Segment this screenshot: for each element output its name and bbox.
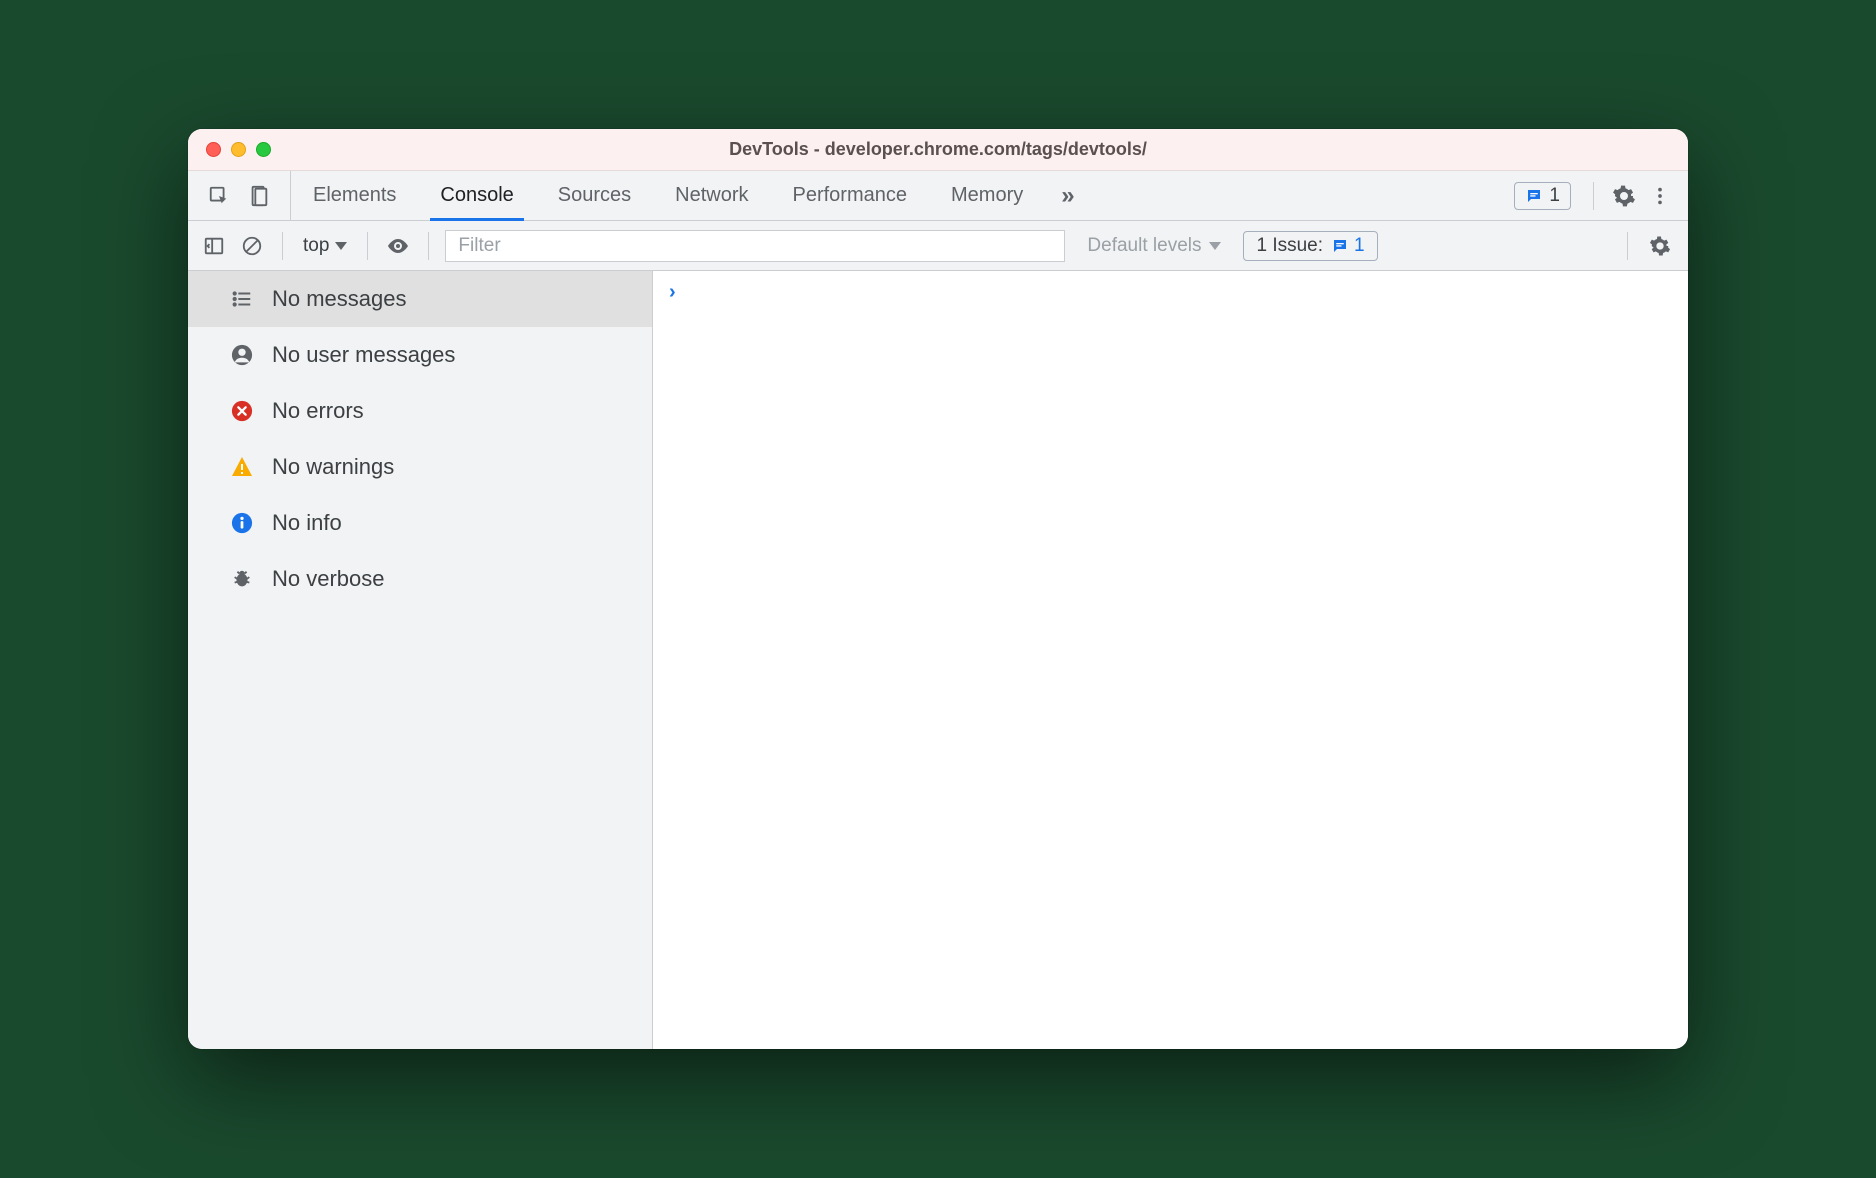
toggle-sidebar-button[interactable] <box>200 232 228 260</box>
console-toolbar: top Default levels 1 Issue: 1 <box>188 221 1688 271</box>
tab-label: Console <box>440 184 513 207</box>
titlebar: DevTools - developer.chrome.com/tags/dev… <box>188 129 1688 171</box>
clear-icon <box>241 235 263 257</box>
more-options-button[interactable] <box>1644 180 1676 212</box>
window-close-button[interactable] <box>206 142 221 157</box>
info-icon <box>230 511 254 535</box>
tab-network[interactable]: Network <box>653 171 770 220</box>
sidebar-item-label: No warnings <box>272 454 394 480</box>
console-settings-button[interactable] <box>1644 230 1676 262</box>
console-prompt-caret: › <box>669 281 676 303</box>
issues-label: 1 Issue: <box>1256 235 1323 257</box>
sidebar-item-errors[interactable]: No errors <box>188 383 652 439</box>
kebab-icon <box>1649 185 1671 207</box>
tab-label: Network <box>675 184 748 207</box>
context-selector[interactable]: top <box>299 235 351 257</box>
message-icon <box>1525 187 1543 205</box>
window-zoom-button[interactable] <box>256 142 271 157</box>
sidebar-item-verbose[interactable]: No verbose <box>188 551 652 607</box>
divider <box>367 232 368 260</box>
device-toggle-icon[interactable] <box>246 183 272 209</box>
levels-label: Default levels <box>1087 235 1201 257</box>
tabstrip-trailing-controls: 1 <box>1514 171 1688 220</box>
tab-performance[interactable]: Performance <box>771 171 930 220</box>
inspect-element-icon[interactable] <box>206 183 232 209</box>
console-sidebar: No messages No user messages No errors N… <box>188 271 653 1049</box>
traffic-lights <box>188 142 271 157</box>
tab-sources[interactable]: Sources <box>536 171 653 220</box>
console-output-pane[interactable]: › <box>653 271 1688 1049</box>
divider <box>1627 232 1628 260</box>
sidebar-item-info[interactable]: No info <box>188 495 652 551</box>
warning-icon <box>230 455 254 479</box>
sidebar-item-label: No errors <box>272 398 364 424</box>
sidebar-item-user-messages[interactable]: No user messages <box>188 327 652 383</box>
tab-elements[interactable]: Elements <box>291 171 418 220</box>
gear-icon <box>1649 235 1671 257</box>
tab-console[interactable]: Console <box>418 171 535 220</box>
sidebar-item-messages[interactable]: No messages <box>188 271 652 327</box>
more-tabs-button[interactable]: » <box>1045 171 1090 220</box>
user-icon <box>230 343 254 367</box>
issues-mini-count: 1 <box>1354 235 1365 257</box>
sidebar-item-label: No messages <box>272 286 407 312</box>
divider <box>1593 182 1594 210</box>
filter-input[interactable] <box>445 230 1065 262</box>
chevron-double-right-icon: » <box>1061 182 1074 210</box>
window-minimize-button[interactable] <box>231 142 246 157</box>
chevron-down-icon <box>1209 242 1221 250</box>
list-icon <box>230 287 254 311</box>
settings-button[interactable] <box>1608 180 1640 212</box>
issues-count: 1 <box>1549 185 1560 207</box>
tabstrip-leading-controls <box>188 171 291 220</box>
issues-toolbar-button[interactable]: 1 Issue: 1 <box>1243 231 1377 261</box>
tab-memory[interactable]: Memory <box>929 171 1045 220</box>
sidebar-item-label: No verbose <box>272 566 385 592</box>
console-main: No messages No user messages No errors N… <box>188 271 1688 1049</box>
bug-icon <box>230 567 254 591</box>
chevron-down-icon <box>335 242 347 250</box>
window-title: DevTools - developer.chrome.com/tags/dev… <box>188 139 1688 160</box>
tab-label: Performance <box>793 184 908 207</box>
live-expression-button[interactable] <box>384 232 412 260</box>
devtools-window: DevTools - developer.chrome.com/tags/dev… <box>188 129 1688 1049</box>
tab-label: Memory <box>951 184 1023 207</box>
message-icon <box>1331 237 1349 255</box>
log-levels-selector[interactable]: Default levels <box>1075 235 1233 257</box>
issues-mini-badge: 1 <box>1331 235 1365 257</box>
tab-label: Sources <box>558 184 631 207</box>
panel-left-icon <box>203 235 225 257</box>
sidebar-item-label: No info <box>272 510 342 536</box>
clear-console-button[interactable] <box>238 232 266 260</box>
divider <box>428 232 429 260</box>
context-label: top <box>303 235 329 257</box>
gear-icon <box>1612 184 1636 208</box>
tab-label: Elements <box>313 184 396 207</box>
sidebar-item-warnings[interactable]: No warnings <box>188 439 652 495</box>
issues-badge[interactable]: 1 <box>1514 182 1571 210</box>
panel-tabstrip: Elements Console Sources Network Perform… <box>188 171 1688 221</box>
divider <box>282 232 283 260</box>
sidebar-item-label: No user messages <box>272 342 455 368</box>
eye-icon <box>386 234 410 258</box>
error-icon <box>230 399 254 423</box>
